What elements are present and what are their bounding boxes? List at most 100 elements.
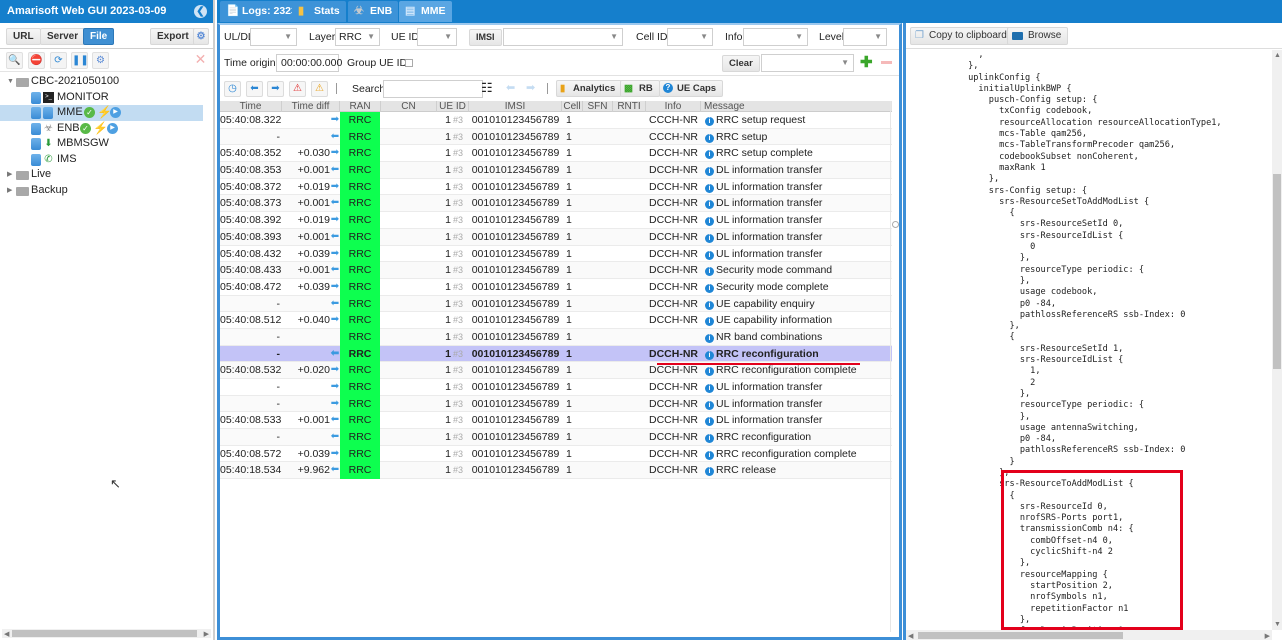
clear-button[interactable]: Clear (722, 55, 760, 72)
info-icon[interactable]: i (705, 233, 714, 243)
table-row[interactable]: 05:40:08.433 +0.001 ⬅ RRC 1 #3 001010123456789… (220, 262, 892, 279)
table-row[interactable]: 05:40:08.432 +0.039 ➡ RRC 1 #3 001010123456789… (220, 245, 892, 263)
scroll-thumb[interactable] (1273, 174, 1281, 369)
config-icon[interactable]: ⚙ (92, 52, 109, 69)
info-icon[interactable]: i (705, 467, 714, 477)
analytics-button[interactable]: ▮ Analytics (556, 80, 623, 97)
table-row[interactable]: 05:40:08.533 +0.001 ⬅ RRC 1 #3 001010123456789… (220, 412, 892, 430)
info-icon[interactable]: i (705, 200, 714, 210)
scroll-up-icon[interactable]: ▲ (1274, 52, 1281, 59)
tab-logs[interactable]: 📄 Logs: 2323 (220, 1, 303, 22)
tree-root[interactable]: ▼ CBC-2021050100 (0, 74, 213, 90)
column-header-rnti[interactable]: RNTI (613, 101, 646, 112)
expand-right-icon[interactable]: ▶ (7, 183, 15, 199)
rb-button[interactable]: ▩ RB (620, 80, 660, 97)
play-icon[interactable]: ▶ (107, 122, 118, 134)
table-row[interactable]: - ➡ RRC 1 #3 001010123456789 1 DCCH-NR i UL infor… (220, 379, 892, 396)
info-icon[interactable]: i (705, 384, 714, 393)
export-button[interactable]: Export (150, 28, 196, 45)
scroll-left-icon[interactable]: ◀ (908, 632, 913, 640)
info-icon[interactable]: i (705, 333, 714, 343)
column-header-message[interactable]: Message (701, 101, 891, 112)
info-icon[interactable]: i (705, 417, 714, 427)
play-icon[interactable]: ▶ (110, 107, 121, 118)
info-icon[interactable]: i (705, 267, 714, 277)
tab-mme[interactable]: ▤ MME (399, 1, 452, 22)
scroll-right-icon[interactable]: ▶ (204, 630, 209, 638)
arrow-right-icon[interactable]: ➡ (267, 81, 284, 97)
table-row[interactable]: - ⬅ RRC 1 #3 001010123456789 1 CCCH-NR i RRC setu… (220, 128, 892, 146)
cellid-select[interactable]: ▼ (667, 28, 713, 46)
table-row[interactable]: - RRC 1 #3 001010123456789 1 i NR band combinat… (220, 328, 892, 346)
scroll-right-icon[interactable]: ▶ (1265, 632, 1270, 640)
error-warning-icon[interactable]: ⚠ (289, 81, 306, 97)
tree-folder-backup[interactable]: ▶ Backup (0, 183, 213, 199)
vertical-scrollbar[interactable] (890, 101, 899, 632)
info-icon[interactable]: i (705, 367, 714, 377)
info-icon[interactable]: i (705, 400, 714, 410)
column-header-info[interactable]: Info (646, 101, 701, 112)
binoculars-icon[interactable]: ☷ (481, 80, 493, 96)
info-icon[interactable]: i (705, 183, 714, 193)
search-icon[interactable]: 🔍 (6, 52, 23, 69)
file-button[interactable]: File (83, 28, 115, 45)
column-header-imsi[interactable]: IMSI (469, 101, 562, 112)
remove-icon[interactable] (881, 61, 892, 64)
url-button[interactable]: URL (6, 28, 41, 45)
horizontal-scrollbar[interactable]: ◀ ▶ (2, 629, 211, 638)
scroll-down-icon[interactable]: ▼ (1274, 621, 1281, 628)
info-icon[interactable]: i (705, 283, 714, 293)
column-header-time[interactable]: Time (220, 101, 282, 112)
table-row[interactable]: 05:40:18.534 +9.962 ⬅ RRC 1 #3 001010123456789… (220, 462, 892, 480)
table-row[interactable]: - ⬅ RRC 1 #3 001010123456789 1 DCCH-NR i RRC reco… (220, 429, 892, 446)
vertical-scrollbar[interactable]: ▲ ▼ (1272, 50, 1282, 630)
layer-select[interactable]: RRC ▼ (335, 28, 380, 46)
info-select[interactable]: ▼ (743, 28, 808, 46)
warning-icon[interactable]: ⚠ (311, 81, 328, 97)
table-row[interactable]: 05:40:08.572 +0.039 ➡ RRC 1 #3 001010123456789… (220, 445, 892, 463)
settings-button[interactable]: ⚙ (193, 28, 209, 45)
info-icon[interactable]: i (705, 350, 714, 360)
column-header-ue-id[interactable]: UE ID (437, 101, 469, 112)
scroll-thumb[interactable] (12, 630, 197, 637)
info-icon[interactable]: i (705, 434, 714, 444)
filter-preset-select[interactable]: ▼ (761, 54, 854, 72)
table-row[interactable]: 05:40:08.373 +0.001 ⬅ RRC 1 #3 001010123456789… (220, 195, 892, 213)
search-input[interactable] (383, 80, 483, 98)
info-icon[interactable]: i (705, 217, 714, 227)
tree-item-enb[interactable]: ☣ ENB ✓ ⚡ ▶ (0, 121, 213, 137)
table-row[interactable]: - ➡ RRC 1 #3 001010123456789 1 DCCH-NR i UL infor… (220, 395, 892, 413)
tab-stats[interactable]: ▮ Stats (292, 1, 346, 22)
tab-enb[interactable]: ☣ ENB (348, 1, 399, 22)
scroll-thumb[interactable] (918, 632, 1123, 639)
column-header-cell[interactable]: Cell (562, 101, 583, 112)
prev-result-icon[interactable]: ⬅ (506, 81, 515, 94)
tree-folder-live[interactable]: ▶ Live (0, 167, 213, 183)
time-origin-input[interactable]: 00:00:00.000 (276, 54, 342, 72)
collapse-panel-icon[interactable]: ❮ (194, 5, 207, 18)
copy-to-clipboard-button[interactable]: ❐ Copy to clipboard (910, 27, 1014, 45)
imsi-button[interactable]: IMSI (469, 29, 502, 46)
info-icon[interactable]: i (705, 250, 714, 260)
tree-item-ims[interactable]: ✆ IMS (0, 152, 213, 168)
column-header-ran[interactable]: RAN (340, 101, 381, 112)
uldl-select[interactable]: ▼ (250, 28, 297, 46)
table-row[interactable]: - ⬅ RRC 1 #3 001010123456789 1 DCCH-NR i RRC reco… (220, 345, 892, 363)
ueid-select[interactable]: ▼ (417, 28, 457, 46)
info-icon[interactable]: i (705, 167, 714, 177)
close-icon[interactable]: ✕ (192, 52, 209, 69)
pause-icon[interactable]: ❚❚ (71, 52, 89, 69)
table-row[interactable]: 05:40:08.372 +0.019 ➡ RRC 1 #3 001010123456789… (220, 178, 892, 196)
clock-icon[interactable]: ◷ (224, 81, 241, 97)
expand-right-icon[interactable]: ▶ (7, 167, 15, 183)
refresh-icon[interactable]: ⟳ (50, 52, 67, 69)
info-icon[interactable]: i (705, 150, 714, 160)
stop-icon[interactable]: ⛔ (28, 52, 45, 69)
table-row[interactable]: 05:40:08.393 +0.001 ⬅ RRC 1 #3 001010123456789… (220, 228, 892, 246)
column-header-time-diff[interactable]: Time diff (282, 101, 340, 112)
info-icon[interactable]: i (705, 117, 714, 126)
table-row[interactable]: - ⬅ RRC 1 #3 001010123456789 1 DCCH-NR i UE capab… (220, 295, 892, 313)
info-icon[interactable]: i (705, 133, 714, 143)
table-row[interactable]: 05:40:08.353 +0.001 ⬅ RRC 1 #3 001010123456789… (220, 162, 892, 179)
table-row[interactable]: 05:40:08.392 +0.019 ➡ RRC 1 #3 001010123456789… (220, 212, 892, 229)
